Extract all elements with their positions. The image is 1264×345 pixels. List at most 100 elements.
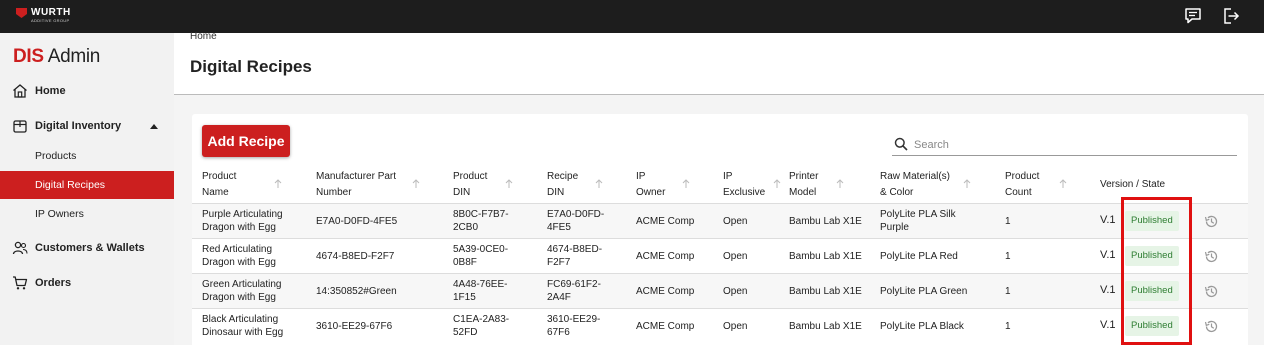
sidebar-item-digital-recipes[interactable]: Digital Recipes (0, 171, 174, 199)
cell-product-din: 8B0C-F7B7- 2CB0 (453, 208, 509, 234)
cell-line: Green Articulating (202, 279, 282, 290)
column-header-product-name[interactable]: Product Name (202, 169, 302, 203)
logo-text: WURTH (31, 7, 71, 18)
cell-material: PolyLite PLA Green (880, 285, 967, 298)
sidebar-item-home[interactable]: Home (0, 77, 174, 105)
cell-line: PolyLite PLA Red (880, 251, 958, 262)
chat-icon[interactable] (1184, 7, 1202, 25)
main-content: Home Digital Recipes Add Recipe Product … (174, 31, 1264, 345)
column-header-line2: Model (789, 187, 817, 198)
sort-arrow-icon[interactable] (595, 179, 603, 189)
cell-mpn: 4674-B8ED-F2F7 (316, 251, 395, 262)
sidebar-item-ip-owners[interactable]: IP Owners (0, 200, 174, 228)
sidebar-item-orders[interactable]: Orders (0, 269, 174, 297)
cell-count: 1 (1005, 321, 1011, 332)
cell-ip-exclusive: Open (723, 251, 748, 262)
table-row[interactable]: Black Articulating Dinosaur with Egg 3610-… (192, 308, 1248, 343)
sidebar: DIS Admin Home Digital Inventory Product… (0, 33, 174, 345)
cell-material: PolyLite PLA Red (880, 250, 958, 263)
cell-printer: Bambu Lab X1E (789, 286, 862, 297)
history-icon[interactable] (1204, 249, 1219, 264)
box-icon (13, 120, 27, 133)
cart-icon (13, 276, 28, 290)
sidebar-item-label: Home (35, 85, 66, 97)
cell-line: 2A4F (547, 292, 571, 303)
column-header-line1: IP (636, 171, 646, 182)
logout-icon[interactable] (1222, 7, 1240, 25)
cell-name: Purple Articulating Dragon with Egg (202, 208, 283, 234)
sort-arrow-icon[interactable] (963, 179, 971, 189)
cell-ip-owner: ACME Comp (636, 321, 695, 332)
cell-ip-owner: ACME Comp (636, 216, 695, 227)
sort-arrow-icon[interactable] (274, 179, 282, 189)
cell-line: C1EA-2A83- (453, 314, 510, 325)
column-header-product-din[interactable]: Product DIN (453, 169, 533, 203)
sort-arrow-icon[interactable] (773, 179, 781, 189)
column-header-ip-owner[interactable]: IP Owner (636, 169, 706, 203)
column-header-line1: Product (453, 171, 488, 182)
cell-count: 1 (1005, 251, 1011, 262)
sort-arrow-icon[interactable] (836, 179, 844, 189)
sidebar-item-label: Digital Recipes (35, 179, 106, 191)
column-header-printer-model[interactable]: Printer Model (789, 169, 859, 203)
history-icon[interactable] (1204, 214, 1219, 229)
cell-line: Dragon with Egg (202, 222, 276, 233)
cell-recipe-din: 4674-B8ED- F2F7 (547, 243, 602, 269)
column-header-line2: DIN (547, 187, 565, 198)
cell-line: 67F6 (547, 327, 570, 338)
sidebar-item-customers-wallets[interactable]: Customers & Wallets (0, 234, 174, 262)
chevron-up-icon[interactable] (150, 124, 158, 129)
cell-ip-owner: ACME Comp (636, 251, 695, 262)
cell-line: 0B8F (453, 257, 477, 268)
sort-arrow-icon[interactable] (412, 179, 420, 189)
cell-ip-exclusive: Open (723, 286, 748, 297)
table-row[interactable]: Purple Articulating Dragon with Egg E7A0-D… (192, 203, 1248, 238)
table-row[interactable]: Red Articulating Dragon with Egg 4674-B8ED… (192, 238, 1248, 273)
cell-name: Red Articulating Dragon with Egg (202, 243, 276, 269)
column-header-ip-exclusive[interactable]: IP Exclusive (723, 169, 793, 203)
sidebar-item-label: Products (35, 150, 77, 162)
column-header-line2: Name (202, 187, 229, 198)
cell-line: Black Articulating (202, 314, 279, 325)
sidebar-item-label: Digital Inventory (35, 120, 122, 132)
sort-arrow-icon[interactable] (682, 179, 690, 189)
sidebar-item-digital-inventory[interactable]: Digital Inventory (0, 112, 174, 140)
column-header-line2: DIN (453, 187, 471, 198)
column-header-recipe-din[interactable]: Recipe DIN (547, 169, 627, 203)
sort-arrow-icon[interactable] (1059, 179, 1067, 189)
column-header-raw-materials-color[interactable]: Raw Material(s) & Color (880, 169, 990, 203)
history-icon[interactable] (1204, 284, 1219, 299)
sort-arrow-icon[interactable] (505, 179, 513, 189)
column-header-line1: IP (723, 171, 733, 182)
cell-ip-owner: ACME Comp (636, 286, 695, 297)
column-header-product-count[interactable]: Product Count (1005, 169, 1085, 203)
users-icon (12, 241, 28, 255)
sidebar-item-label: IP Owners (35, 208, 84, 220)
add-recipe-button[interactable]: Add Recipe (202, 125, 290, 157)
column-header-line1: Recipe (547, 171, 579, 182)
table-row[interactable]: Green Articulating Dragon with Egg 14:3508… (192, 273, 1248, 308)
sidebar-item-products[interactable]: Products (0, 142, 174, 170)
column-header-line1: Product (1005, 171, 1040, 182)
cell-count: 1 (1005, 216, 1011, 227)
column-header-manufacturer-part-number[interactable]: Manufacturer Part Number (316, 169, 436, 203)
history-icon[interactable] (1204, 319, 1219, 334)
search-input[interactable] (914, 136, 1224, 153)
cell-ip-exclusive: Open (723, 216, 748, 227)
column-header-line2: Count (1005, 187, 1032, 198)
cell-line: 52FD (453, 327, 478, 338)
search-icon (894, 137, 908, 151)
breadcrumb[interactable]: Home (190, 31, 217, 42)
cell-line: 1F15 (453, 292, 476, 303)
cell-printer: Bambu Lab X1E (789, 216, 862, 227)
page-title: Digital Recipes (190, 57, 312, 76)
column-header-line2: Exclusive (723, 187, 766, 198)
cell-line: 8B0C-F7B7- (453, 209, 509, 220)
wurth-logo-icon (16, 8, 27, 18)
column-header-line1: Version / State (1100, 179, 1166, 190)
cell-product-din: 4A48-76EE- 1F15 (453, 278, 507, 304)
cell-ip-exclusive: Open (723, 321, 748, 332)
cell-line: Purple Articulating (202, 209, 283, 220)
search-box (892, 134, 1237, 156)
cell-line: Red Articulating (202, 244, 273, 255)
